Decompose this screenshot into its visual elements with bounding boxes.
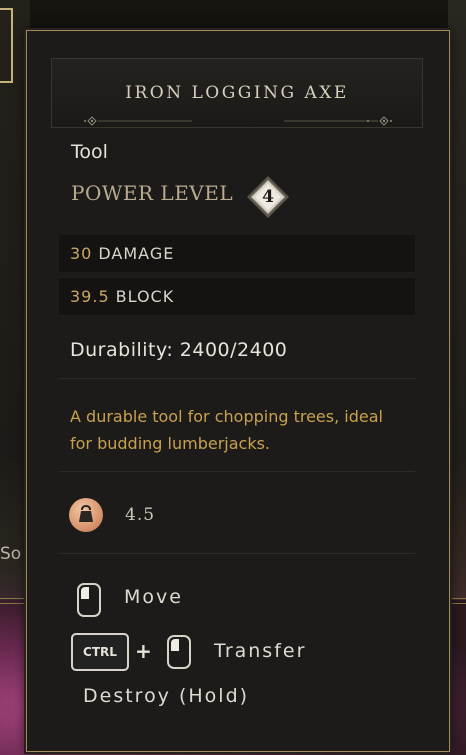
move-action[interactable]: Move [124,586,183,608]
left-mouse-icon [77,583,101,617]
transfer-action[interactable]: Transfer [214,640,306,662]
stat-name: BLOCK [115,287,175,306]
item-description: A durable tool for chopping trees, ideal… [70,407,383,453]
stat-row-damage: 30 DAMAGE [59,235,415,273]
sort-label[interactable]: So [0,544,21,564]
power-level-badge: 4 [246,175,290,219]
power-level-label: POWER LEVEL [71,181,234,205]
item-type: Tool [71,141,108,163]
inventory-slot-frame[interactable] [0,8,13,83]
stat-value: 39.5 [70,287,110,306]
left-mouse-icon [167,635,191,669]
destroy-action[interactable]: Destroy (Hold) [83,685,249,707]
weight-icon [69,498,103,532]
plus-sign: + [135,639,152,663]
durability-text: Durability: 2400/2400 [70,339,288,361]
power-level-value: 4 [262,187,274,207]
kettlebell-icon [79,504,93,522]
title-ornament-left [84,116,192,126]
stat-row-block: 39.5 BLOCK [59,278,415,316]
ctrl-key-icon: CTRL [71,633,129,671]
item-tooltip: IRON LOGGING AXE Tool POWER LEVEL 4 30 DA… [26,30,450,752]
stat-value: 30 [70,244,93,263]
stat-name: DAMAGE [98,244,175,263]
divider [59,378,415,379]
title-ornament-right [284,116,392,126]
divider [59,553,415,554]
item-name: IRON LOGGING AXE [125,83,349,103]
weight-value: 4.5 [125,505,156,525]
item-title-bar: IRON LOGGING AXE [51,58,423,128]
divider [59,471,415,472]
